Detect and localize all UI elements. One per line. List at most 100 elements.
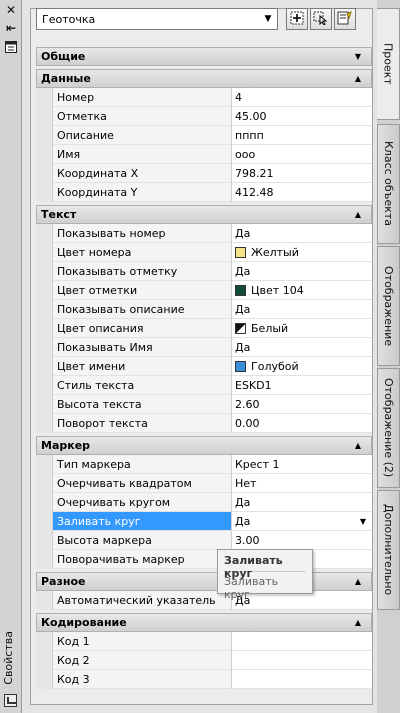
property-label: Заливать круг	[53, 512, 232, 531]
chevron-up-icon[interactable]: ▲	[355, 441, 361, 450]
property-value[interactable]: ESKD1	[232, 376, 372, 395]
properties-menu-icon[interactable]	[3, 40, 19, 54]
autohide-icon[interactable]: ⇤	[3, 21, 19, 35]
property-value[interactable]: Да	[232, 493, 372, 512]
property-row[interactable]: Показывать отметку Да	[36, 262, 372, 281]
property-row[interactable]: Цвет имени Голубой	[36, 357, 372, 376]
chevron-up-icon[interactable]: ▲	[355, 577, 361, 586]
property-row[interactable]: Номер 4	[36, 88, 372, 107]
chevron-up-icon[interactable]: ▲	[355, 618, 361, 627]
property-label: Поворачивать маркер	[53, 550, 232, 569]
property-value[interactable]	[232, 632, 372, 651]
property-value[interactable]: 2.60	[232, 395, 372, 414]
property-label: Координата X	[53, 164, 232, 183]
chevron-up-icon[interactable]: ▲	[355, 74, 361, 83]
property-value[interactable]: ооо	[232, 145, 372, 164]
toggle-pickadd-button[interactable]	[286, 8, 308, 30]
property-row[interactable]: Координата Y 412.48	[36, 183, 372, 202]
close-icon[interactable]: ✕	[3, 3, 19, 17]
property-value[interactable]: Цвет 104	[232, 281, 372, 300]
section-coding-label: Кодирование	[41, 616, 127, 629]
property-value[interactable]: Нет	[232, 474, 372, 493]
settings-icon[interactable]	[4, 694, 17, 707]
property-row[interactable]: Поворот текста 0.00	[36, 414, 372, 433]
property-row[interactable]: Очерчивать квадратом Нет	[36, 474, 372, 493]
property-value[interactable]: 798.21	[232, 164, 372, 183]
section-misc[interactable]: Разное ▲	[36, 572, 372, 591]
property-row[interactable]: Код 3	[36, 670, 372, 689]
property-row[interactable]: Отметка 45.00	[36, 107, 372, 126]
property-label: Цвет номера	[53, 243, 232, 262]
property-value[interactable]: 3.00	[232, 531, 372, 550]
property-value[interactable]	[232, 651, 372, 670]
property-value[interactable]: 4	[232, 88, 372, 107]
tab-display-2[interactable]: Отображение (2)	[377, 368, 400, 488]
property-value[interactable]: Голубой	[232, 357, 372, 376]
property-row[interactable]: Тип маркера Крест 1	[36, 455, 372, 474]
property-value[interactable]: Крест 1	[232, 455, 372, 474]
object-type-combo[interactable]: Геоточка ▼	[36, 8, 278, 30]
property-value[interactable]: Белый	[232, 319, 372, 338]
property-label: Код 1	[53, 632, 232, 651]
property-value[interactable]: 412.48	[232, 183, 372, 202]
property-label: Координата Y	[53, 183, 232, 202]
property-row[interactable]: Код 2	[36, 651, 372, 670]
property-row[interactable]: Автоматический указатель Да	[36, 591, 372, 610]
property-label: Высота маркера	[53, 531, 232, 550]
property-row[interactable]: Поворачивать маркер	[36, 550, 372, 569]
property-row[interactable]: Стиль текста ESKD1	[36, 376, 372, 395]
property-value[interactable]: Желтый	[232, 243, 372, 262]
section-general[interactable]: Общие ▼	[36, 47, 372, 66]
property-label: Поворот текста	[53, 414, 232, 433]
property-row[interactable]: Цвет описания Белый	[36, 319, 372, 338]
property-label: Очерчивать кругом	[53, 493, 232, 512]
property-row[interactable]: Код 1	[36, 632, 372, 651]
toolbar: Геоточка ▼	[36, 8, 374, 32]
chevron-down-icon[interactable]: ▼	[259, 9, 277, 29]
property-value[interactable]: пппп	[232, 126, 372, 145]
property-value[interactable]: Да	[232, 224, 372, 243]
section-data[interactable]: Данные ▲	[36, 69, 372, 88]
select-objects-icon	[313, 11, 329, 28]
select-objects-button[interactable]	[310, 8, 332, 30]
property-label: Отметка	[53, 107, 232, 126]
property-row-selected[interactable]: Заливать круг Да ▼	[36, 512, 372, 531]
property-row[interactable]: Имя ооо	[36, 145, 372, 164]
property-value[interactable]: 45.00	[232, 107, 372, 126]
property-row[interactable]: Высота текста 2.60	[36, 395, 372, 414]
property-row[interactable]: Описание пппп	[36, 126, 372, 145]
tab-additional[interactable]: Дополнительно	[377, 490, 400, 610]
property-row[interactable]: Показывать Имя Да	[36, 338, 372, 357]
property-row[interactable]: Цвет отметки Цвет 104	[36, 281, 372, 300]
property-value[interactable]	[232, 670, 372, 689]
property-row[interactable]: Цвет номера Желтый	[36, 243, 372, 262]
property-value[interactable]: Да	[232, 300, 372, 319]
section-coding[interactable]: Кодирование ▲	[36, 613, 372, 632]
property-value-dropdown[interactable]: Да ▼	[232, 512, 372, 531]
property-label: Имя	[53, 145, 232, 164]
tab-display[interactable]: Отображение	[377, 246, 400, 366]
section-text[interactable]: Текст ▲	[36, 205, 372, 224]
tab-object-class[interactable]: Класс объекта	[377, 124, 400, 244]
tab-project[interactable]: Проект	[377, 8, 400, 120]
property-label: Номер	[53, 88, 232, 107]
property-row[interactable]: Высота маркера 3.00	[36, 531, 372, 550]
property-label: Тип маркера	[53, 455, 232, 474]
property-row[interactable]: Координата X 798.21	[36, 164, 372, 183]
chevron-down-icon[interactable]: ▼	[355, 52, 361, 61]
section-marker[interactable]: Маркер ▲	[36, 436, 372, 455]
chevron-down-icon[interactable]: ▼	[360, 517, 366, 526]
property-value[interactable]: 0.00	[232, 414, 372, 433]
property-row[interactable]: Показывать номер Да	[36, 224, 372, 243]
property-value[interactable]: Да	[232, 262, 372, 281]
section-text-label: Текст	[41, 208, 77, 221]
property-label: Показывать номер	[53, 224, 232, 243]
chevron-up-icon[interactable]: ▲	[355, 210, 361, 219]
section-misc-label: Разное	[41, 575, 86, 588]
quick-select-button[interactable]	[334, 8, 356, 30]
property-value[interactable]: Да	[232, 338, 372, 357]
tooltip-title: Заливать круг	[224, 554, 306, 580]
property-row[interactable]: Показывать описание Да	[36, 300, 372, 319]
property-row[interactable]: Очерчивать кругом Да	[36, 493, 372, 512]
section-data-label: Данные	[41, 72, 91, 85]
